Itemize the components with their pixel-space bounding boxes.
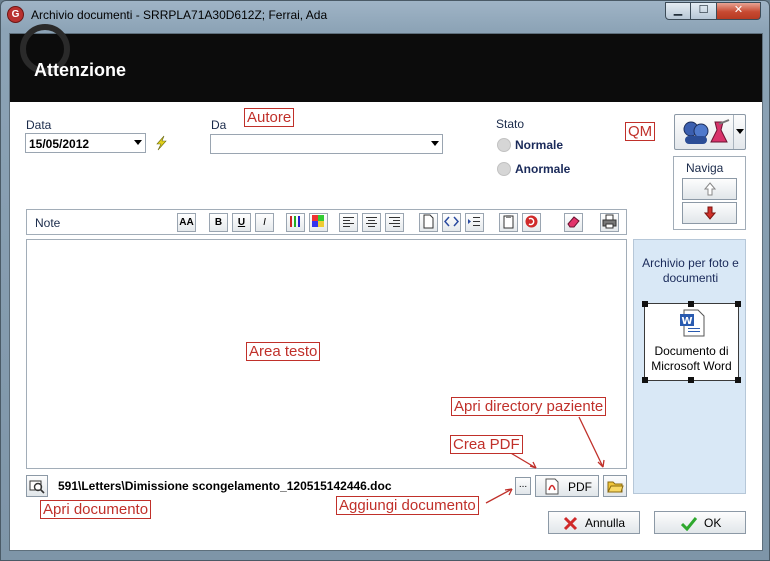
annotation-autore: Autore (244, 108, 295, 127)
annotation-crea-pdf: Crea PDF (450, 435, 523, 454)
annotation-apri-directory: Apri directory paziente (451, 397, 607, 416)
annotation-apri-documento: Apri documento (40, 500, 152, 519)
annotation-aggiungi-documento: Aggiungi documento (336, 496, 479, 515)
annotation-arrows (485, 416, 605, 504)
annotation-area-testo: Area testo (246, 342, 321, 361)
annotation-qm: QM (625, 122, 656, 141)
